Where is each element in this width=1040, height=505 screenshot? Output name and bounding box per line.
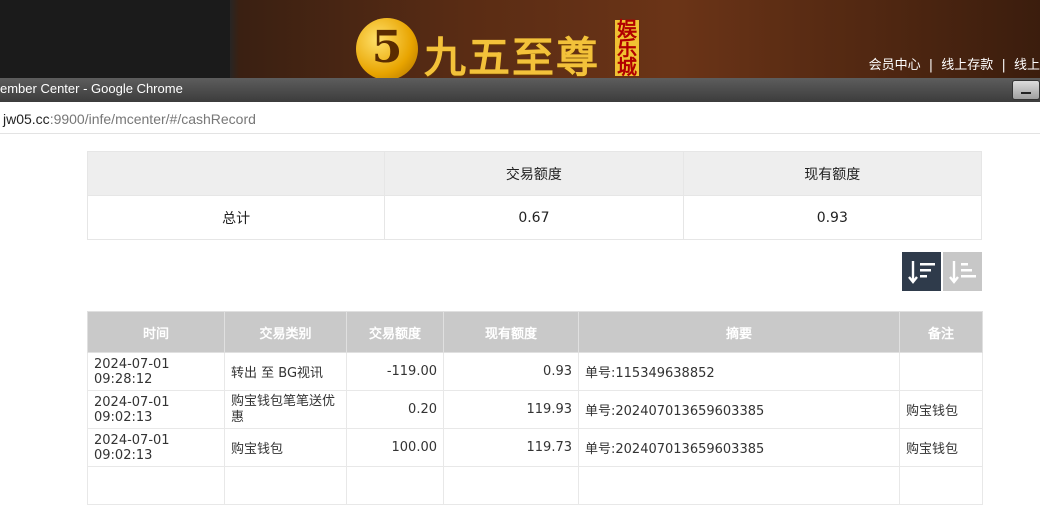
link-online-more[interactable]: 线上 [1014,58,1040,73]
cell-type: 转出 至 BG视讯 [224,352,347,391]
cell-amount: 100.00 [346,428,444,467]
link-separator: | [1001,58,1006,73]
summary-header-trade: 交易额度 [384,151,684,196]
cell-note [899,352,983,391]
cell-amount [346,466,444,505]
column-header-balance[interactable]: 现有额度 [443,311,579,353]
cell-note [899,466,983,505]
cell-type: 购宝钱包 [224,428,347,467]
summary-current-value: 0.93 [682,195,983,240]
site-banner: 5 九五至尊 娱乐城 会员中心 | 线上存款 | 线上 [0,0,1040,82]
cash-record-table: 时间 交易类别 交易额度 现有额度 摘要 备注 2024-07-01 09:28… [87,311,983,505]
cell-balance [443,466,579,505]
url-text[interactable]: jw05.cc:9900/infe/mcenter/#/cashRecord [3,111,256,127]
column-header-summary[interactable]: 摘要 [578,311,900,353]
cell-type: 购宝钱包笔笔送优惠 [224,390,347,429]
sort-ascending-icon [948,260,976,284]
cell-balance: 0.93 [443,352,579,391]
column-header-type[interactable]: 交易类别 [224,311,347,353]
link-online-deposit[interactable]: 线上存款 [941,58,993,73]
table-row: 2024-07-01 09:02:13 购宝钱包笔笔送优惠 0.20 119.9… [87,390,983,429]
cell-time: 2024-07-01 09:28:12 [87,352,225,391]
sort-descending-button[interactable] [902,252,941,291]
table-row: 2024-07-01 09:28:12 转出 至 BG视讯 -119.00 0.… [87,352,983,391]
column-header-amount[interactable]: 交易额度 [346,311,444,353]
table-row: 2024-07-01 09:02:13 购宝钱包 100.00 119.73 单… [87,428,983,467]
sort-ascending-button[interactable] [943,252,982,291]
logo-badge: 娱乐城 [615,17,639,79]
cell-summary: 单号:202407013659603385 [578,428,900,467]
minimize-icon[interactable] [1012,80,1040,100]
table-row [87,466,983,505]
summary-header-current: 现有额度 [682,151,983,196]
logo-icon: 5 [356,18,418,80]
summary-trade-value: 0.67 [384,195,684,240]
cell-time: 2024-07-01 09:02:13 [87,390,225,429]
cell-time [87,466,225,505]
cell-time: 2024-07-01 09:02:13 [87,428,225,467]
sort-descending-icon [907,260,935,284]
link-separator: | [928,58,934,73]
link-member-center[interactable]: 会员中心 [869,58,921,73]
cell-amount: 0.20 [346,390,444,429]
cell-note: 购宝钱包 [899,390,983,429]
cell-type [224,466,347,505]
summary-table: 交易额度 现有额度 总计 0.67 0.93 [86,151,983,240]
cell-balance: 119.73 [443,428,579,467]
summary-row: 总计 0.67 0.93 [86,195,983,240]
cell-summary: 单号:115349638852 [578,352,900,391]
summary-label: 总计 [86,195,386,240]
logo-text: 九五至尊 [424,33,601,82]
window-title: ember Center - Google Chrome [0,81,183,96]
cell-balance: 119.93 [443,390,579,429]
cell-summary: 单号:202407013659603385 [578,390,900,429]
cell-amount: -119.00 [346,352,444,391]
address-bar[interactable]: jw05.cc:9900/infe/mcenter/#/cashRecord [0,103,1040,134]
summary-header-row: 交易额度 现有额度 [86,151,983,196]
cell-note: 购宝钱包 [899,428,983,467]
column-header-note[interactable]: 备注 [899,311,983,353]
records-header-row: 时间 交易类别 交易额度 现有额度 摘要 备注 [87,311,983,353]
banner-left-panel [0,0,230,78]
cell-summary [578,466,900,505]
summary-header-blank [86,151,386,196]
column-header-time[interactable]: 时间 [87,311,225,353]
top-links: 会员中心 | 线上存款 | 线上 [865,54,1040,73]
browser-title-bar: ember Center - Google Chrome [0,78,1040,102]
